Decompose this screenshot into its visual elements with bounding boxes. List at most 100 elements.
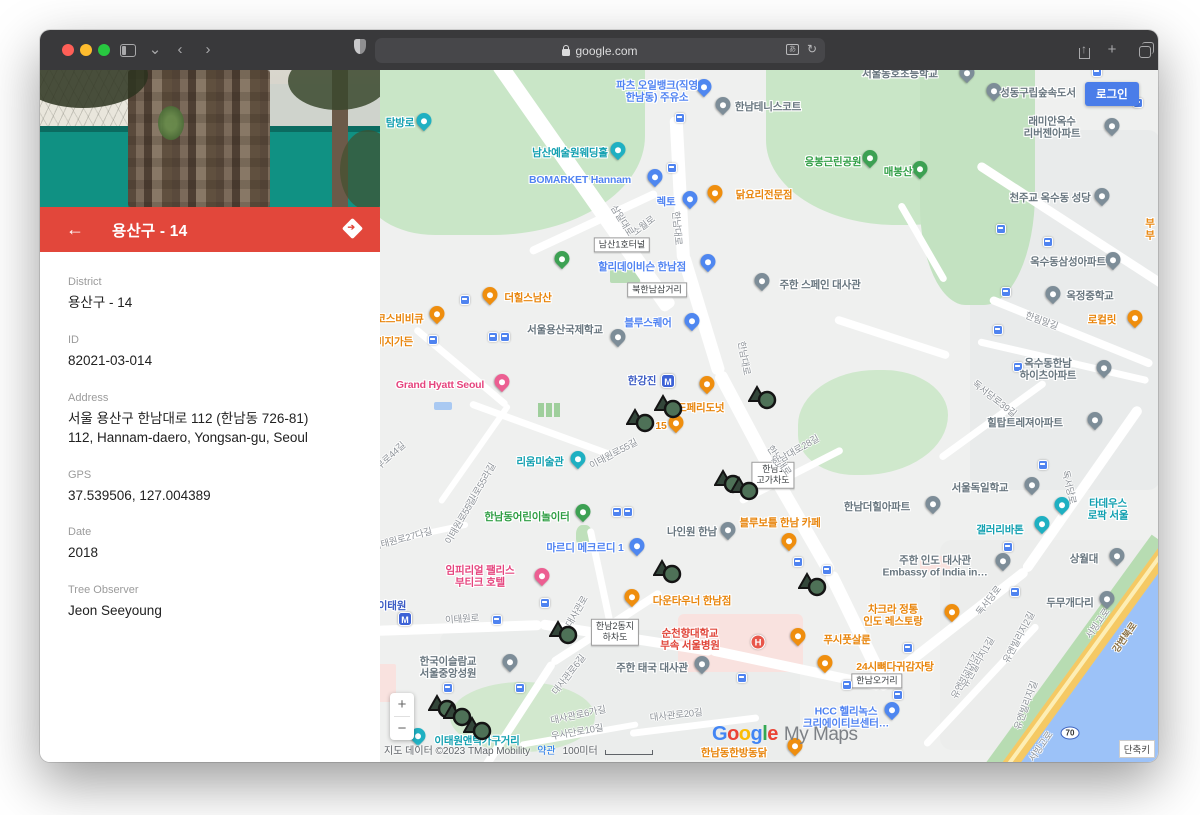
poi-label[interactable]: 래미안옥수 리버젠아파트 xyxy=(1024,116,1081,141)
bus-stop-icon[interactable] xyxy=(488,332,498,342)
tree-marker[interactable] xyxy=(549,619,579,651)
bus-stop-icon[interactable] xyxy=(842,680,852,690)
bus-stop-icon[interactable] xyxy=(1043,237,1053,247)
park-poi-marker[interactable] xyxy=(572,501,593,522)
poi-label[interactable]: 나인원 한남 xyxy=(667,526,717,538)
zoom-in-button[interactable]: + xyxy=(390,693,414,716)
bus-stop-icon[interactable] xyxy=(492,615,502,625)
subway-station-icon[interactable]: M xyxy=(661,374,675,388)
tree-photo[interactable] xyxy=(40,70,380,207)
bus-stop-icon[interactable] xyxy=(893,690,903,700)
poi-label[interactable]: 로컬릿 xyxy=(1088,314,1116,326)
poi-label[interactable]: 한남동어린이놀이터 xyxy=(484,511,569,523)
attr-poi-marker[interactable] xyxy=(567,448,588,469)
poi-label[interactable]: 한강진 xyxy=(628,375,656,387)
poi-label[interactable]: 서울용산국제학교 xyxy=(527,324,603,336)
poi-label[interactable]: 탐방로 xyxy=(386,117,414,129)
bus-stop-icon[interactable] xyxy=(996,224,1006,234)
new-tab-icon[interactable]: + xyxy=(1100,39,1124,61)
back-arrow-icon[interactable]: ← xyxy=(66,219,84,240)
bus-stop-icon[interactable] xyxy=(903,643,913,653)
keyboard-shortcuts-label[interactable]: 단축키 xyxy=(1119,740,1155,758)
poi-label[interactable]: BOMARKET Hannam xyxy=(529,174,631,186)
poi-label[interactable]: 한남테니스코트 xyxy=(735,101,801,113)
bus-stop-icon[interactable] xyxy=(515,683,525,693)
civic-poi-marker[interactable] xyxy=(712,94,733,115)
bus-stop-icon[interactable] xyxy=(443,683,453,693)
bus-stop-icon[interactable] xyxy=(428,335,438,345)
poi-label[interactable]: 서울독일학교 xyxy=(952,482,1009,494)
poi-label[interactable]: 힐탑트레져아파트 xyxy=(987,417,1063,429)
translate-icon[interactable]: あ xyxy=(786,44,799,55)
food-poi-marker[interactable] xyxy=(704,182,725,203)
poi-label[interactable]: 주한 스페인 대사관 xyxy=(779,279,860,291)
poi-label[interactable]: 타데우스 로팍 서울 xyxy=(1083,498,1133,523)
poi-label[interactable]: 서울동호초등학교 xyxy=(862,70,938,80)
poi-label[interactable]: 옥수동삼성아파트 xyxy=(1030,256,1106,268)
bus-stop-icon[interactable] xyxy=(460,295,470,305)
google-my-maps-watermark[interactable]: Google My Maps xyxy=(712,723,857,746)
poi-label[interactable]: 파츠 오일뱅크(직영 한남동) 주유소 xyxy=(616,80,698,105)
poi-label[interactable]: 남산예술원웨딩홀 xyxy=(532,147,608,159)
poi-label[interactable]: 더힐스남산 xyxy=(504,292,551,304)
bus-stop-icon[interactable] xyxy=(1092,70,1102,77)
zoom-window-button[interactable] xyxy=(98,44,110,56)
poi-label[interactable]: 블루보틀 한남 카페 xyxy=(739,517,820,529)
poi-label[interactable]: 성동구립숲속도서 xyxy=(1000,87,1076,99)
food-poi-marker[interactable] xyxy=(479,284,500,305)
poi-label[interactable]: 매봉산 xyxy=(884,166,912,178)
bus-stop-icon[interactable] xyxy=(612,507,622,517)
poi-label[interactable]: 푸시풋살룬 xyxy=(823,634,870,646)
bus-stop-icon[interactable] xyxy=(793,557,803,567)
tree-marker[interactable] xyxy=(748,384,778,416)
hotel-poi-marker[interactable] xyxy=(531,565,552,586)
civic-poi-marker[interactable] xyxy=(717,519,738,540)
poi-label[interactable]: 한남더힐아파트 xyxy=(844,501,910,513)
address-bar[interactable]: google.com あ ↻ xyxy=(375,38,825,63)
poi-label[interactable]: 부부 xyxy=(1145,218,1154,243)
poi-label[interactable]: 상월대 xyxy=(1070,553,1098,565)
poi-label[interactable]: 차크라 정통 인도 레스토랑 xyxy=(863,604,922,629)
poi-label[interactable]: 두무개다리 xyxy=(1046,597,1093,609)
poi-label[interactable]: 코스비비큐 xyxy=(380,313,424,325)
poi-label[interactable]: 비지가든 xyxy=(380,336,413,348)
poi-label[interactable]: 이태원 xyxy=(380,600,406,612)
tree-marker[interactable] xyxy=(730,475,760,507)
close-window-button[interactable] xyxy=(62,44,74,56)
tree-marker[interactable] xyxy=(653,558,683,590)
shop-poi-marker[interactable] xyxy=(626,535,647,556)
poi-label[interactable]: 다운타우너 한남점 xyxy=(653,595,731,607)
tab-overview-icon[interactable] xyxy=(1130,39,1154,61)
privacy-shield-icon[interactable] xyxy=(348,39,372,61)
poi-label[interactable]: 천주교 옥수동 성당 xyxy=(1009,192,1090,204)
login-button[interactable]: 로그인 xyxy=(1085,82,1139,106)
directions-icon[interactable]: ➔ xyxy=(342,218,363,239)
bus-stop-icon[interactable] xyxy=(737,673,747,683)
civic-poi-marker[interactable] xyxy=(751,270,772,291)
poi-label[interactable]: 한국이슬람교 서울중앙성원 xyxy=(420,656,477,681)
poi-label[interactable]: 마르디 메크르디 1 xyxy=(546,542,623,554)
poi-label[interactable]: 한남동한방동닭 xyxy=(701,747,767,759)
poi-label[interactable]: 24시뼈다귀감자탕 xyxy=(856,661,934,673)
map-canvas[interactable]: 남산1호터널북한남삼거리한남1 고가차도한남2동지 하차도한남오거리소월로삼일대… xyxy=(380,70,1158,762)
forward-icon[interactable]: › xyxy=(196,39,220,61)
bus-stop-icon[interactable] xyxy=(1038,460,1048,470)
poi-label[interactable]: 할리데이비슨 한남점 xyxy=(598,261,686,273)
reload-icon[interactable]: ↻ xyxy=(807,42,817,56)
poi-label[interactable]: 응봉근린공원 xyxy=(805,156,862,168)
hotel-poi-marker[interactable] xyxy=(491,371,512,392)
poi-label[interactable]: 주한 태국 대사관 xyxy=(616,662,688,674)
poi-label[interactable]: 갤러리바톤 xyxy=(976,524,1023,536)
poi-label[interactable]: 주한 인도 대사관 Embassy of India in… xyxy=(882,555,987,580)
poi-label[interactable]: 렉토 xyxy=(657,196,676,208)
bus-stop-icon[interactable] xyxy=(675,113,685,123)
food-poi-marker[interactable] xyxy=(426,303,447,324)
share-icon[interactable]: ↑ xyxy=(1072,39,1096,61)
poi-label[interactable]: 블루스퀘어 xyxy=(624,317,671,329)
back-icon[interactable]: ‹ xyxy=(168,39,192,61)
poi-label[interactable]: 옥수동한남 하이츠아파트 xyxy=(1020,358,1077,383)
tree-marker[interactable] xyxy=(654,393,684,425)
park-poi-marker[interactable] xyxy=(551,248,572,269)
bus-stop-icon[interactable] xyxy=(1010,587,1020,597)
chevron-down-icon[interactable]: ⌄ xyxy=(143,39,167,61)
